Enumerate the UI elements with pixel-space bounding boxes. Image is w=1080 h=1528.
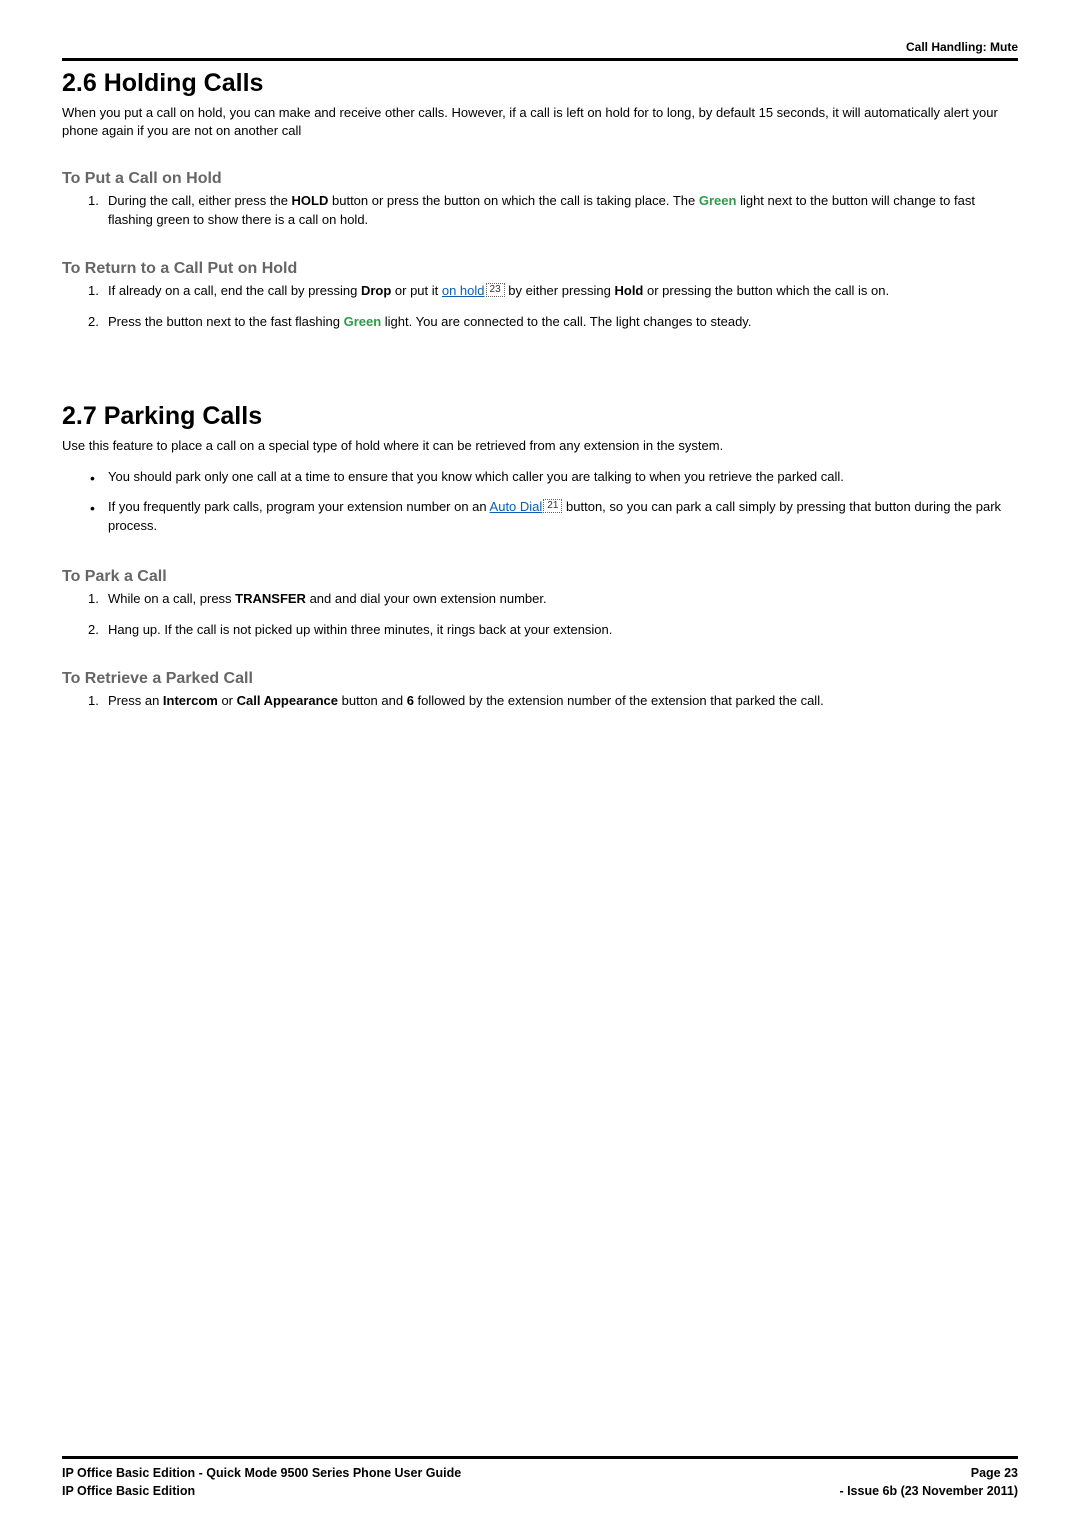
- retrieve-heading: To Retrieve a Parked Call: [62, 670, 1018, 688]
- text-fragment: If already on a call, end the call by pr…: [108, 283, 361, 298]
- section-27-title: 2.7 Parking Calls: [62, 402, 1018, 431]
- footer-left-1: IP Office Basic Edition - Quick Mode 950…: [62, 1465, 461, 1483]
- return-hold-step-1: 1. If already on a call, end the call by…: [108, 282, 1018, 301]
- breadcrumb: Call Handling: Mute: [62, 40, 1018, 54]
- six-keyword: 6: [407, 693, 414, 708]
- return-hold-heading: To Return to a Call Put on Hold: [62, 260, 1018, 278]
- text-fragment: Hang up. If the call is not picked up wi…: [108, 622, 612, 637]
- text-fragment: While on a call, press: [108, 591, 235, 606]
- text-fragment: and and dial your own extension number.: [306, 591, 547, 606]
- hold-keyword: Hold: [614, 283, 643, 298]
- put-on-hold-heading: To Put a Call on Hold: [62, 170, 1018, 188]
- list-number: 1.: [88, 282, 99, 301]
- text-fragment: light. You are connected to the call. Th…: [381, 314, 751, 329]
- footer-divider: [62, 1456, 1018, 1459]
- page-footer: IP Office Basic Edition - Quick Mode 950…: [62, 1456, 1018, 1500]
- list-number: 2.: [88, 313, 99, 332]
- list-number: 1.: [88, 192, 99, 211]
- footer-left-2: IP Office Basic Edition: [62, 1483, 195, 1501]
- park-call-step-1: 1. While on a call, press TRANSFER and a…: [108, 590, 1018, 609]
- text-fragment: or put it: [391, 283, 442, 298]
- drop-keyword: Drop: [361, 283, 391, 298]
- return-hold-step-2: 2. Press the button next to the fast fla…: [108, 313, 1018, 332]
- section-26-title: 2.6 Holding Calls: [62, 69, 1018, 98]
- page-ref-21: 21: [543, 499, 562, 513]
- auto-dial-link[interactable]: Auto Dial: [490, 499, 543, 514]
- intercom-keyword: Intercom: [163, 693, 218, 708]
- section-26-intro: When you put a call on hold, you can mak…: [62, 104, 1018, 140]
- footer-right-1: Page 23: [971, 1465, 1018, 1483]
- text-fragment: or: [218, 693, 237, 708]
- put-on-hold-step-1: 1. During the call, either press the HOL…: [108, 192, 1018, 230]
- section-27-intro: Use this feature to place a call on a sp…: [62, 437, 1018, 456]
- call-appearance-keyword: Call Appearance: [237, 693, 338, 708]
- park-call-heading: To Park a Call: [62, 568, 1018, 586]
- park-bullet-2: If you frequently park calls, program yo…: [108, 498, 1018, 536]
- list-number: 1.: [88, 590, 99, 609]
- green-keyword: Green: [344, 314, 382, 329]
- list-number: 1.: [88, 692, 99, 711]
- hold-keyword: HOLD: [292, 193, 329, 208]
- text-fragment: or pressing the button which the call is…: [643, 283, 889, 298]
- text-fragment: Press an: [108, 693, 163, 708]
- park-call-step-2: 2. Hang up. If the call is not picked up…: [108, 621, 1018, 640]
- text-fragment: Press the button next to the fast flashi…: [108, 314, 344, 329]
- green-keyword: Green: [699, 193, 737, 208]
- text-fragment: followed by the extension number of the …: [414, 693, 824, 708]
- park-bullet-1: You should park only one call at a time …: [108, 468, 1018, 487]
- list-number: 2.: [88, 621, 99, 640]
- text-fragment: During the call, either press the: [108, 193, 292, 208]
- page-ref-23: 23: [486, 283, 505, 297]
- transfer-keyword: TRANSFER: [235, 591, 306, 606]
- text-fragment: by either pressing: [505, 283, 615, 298]
- top-divider: [62, 58, 1018, 61]
- retrieve-step-1: 1. Press an Intercom or Call Appearance …: [108, 692, 1018, 711]
- text-fragment: button and: [338, 693, 407, 708]
- text-fragment: button or press the button on which the …: [328, 193, 698, 208]
- footer-right-2: - Issue 6b (23 November 2011): [839, 1483, 1018, 1501]
- on-hold-link[interactable]: on hold: [442, 283, 485, 298]
- text-fragment: If you frequently park calls, program yo…: [108, 499, 490, 514]
